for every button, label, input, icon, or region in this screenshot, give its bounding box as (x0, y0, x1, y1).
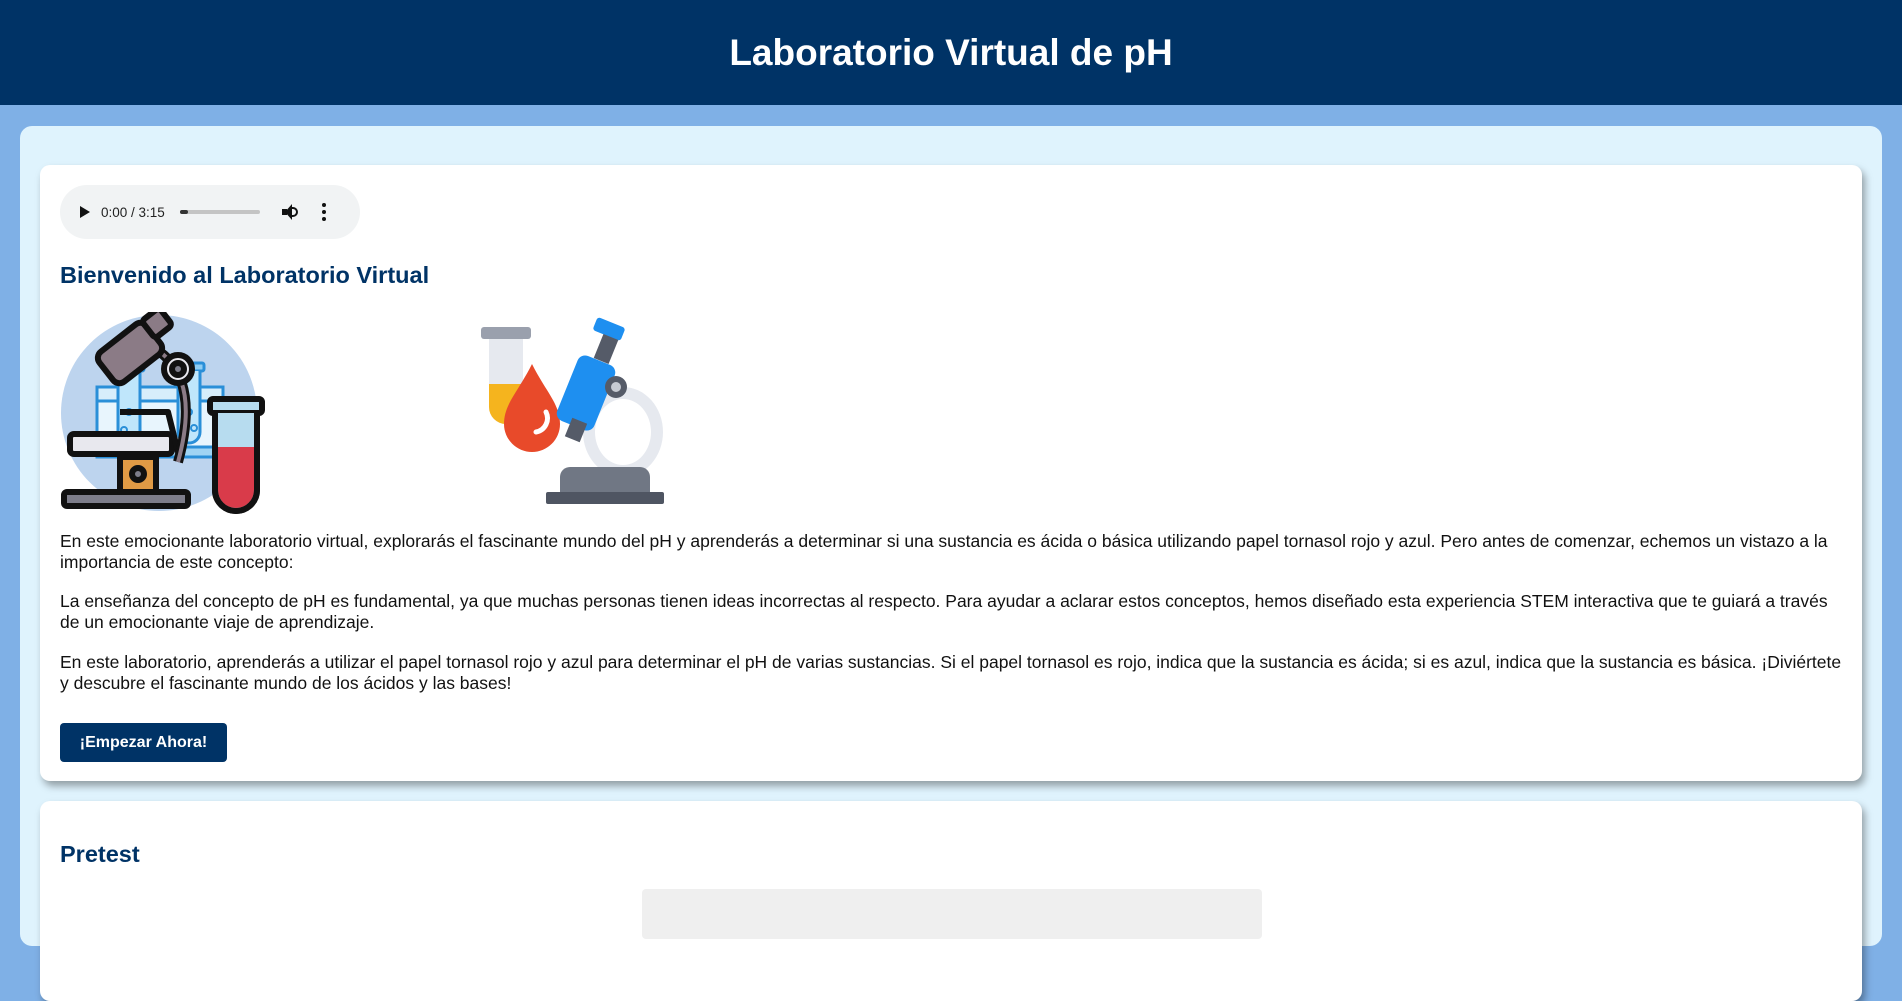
lab-equipment-icon (481, 317, 664, 504)
start-now-button[interactable]: ¡Empezar Ahora! (60, 723, 227, 762)
more-options-icon[interactable] (321, 203, 326, 221)
pretest-title: Pretest (60, 841, 140, 867)
intro-paragraph-2: La enseñanza del concepto de pH es funda… (60, 591, 1828, 632)
audio-time: 0:00 / 3:15 (101, 204, 165, 220)
intro-paragraph-3: En este laboratorio, aprenderás a utiliz… (60, 652, 1842, 693)
pretest-content-box[interactable] (642, 889, 1262, 939)
audio-player[interactable]: 0:00 / 3:15 (60, 185, 360, 239)
volume-icon[interactable] (281, 204, 300, 220)
audio-progress-fill (179, 210, 188, 214)
pretest-section: Pretest (40, 801, 1862, 1001)
lab-illustrations (61, 312, 664, 514)
welcome-section: 0:00 / 3:15 Bienvenido al Laboratorio Vi… (40, 165, 1862, 781)
main-panel: 0:00 / 3:15 Bienvenido al Laboratorio Vi… (20, 126, 1882, 1001)
page-header: Laboratorio Virtual de pH (0, 0, 1902, 105)
intro-paragraph-1: En este emocionante laboratorio virtual,… (60, 531, 1828, 572)
welcome-title: Bienvenido al Laboratorio Virtual (60, 262, 430, 288)
audio-progress-bar[interactable] (179, 210, 260, 214)
page-title: Laboratorio Virtual de pH (729, 31, 1173, 73)
play-icon[interactable] (80, 206, 90, 218)
